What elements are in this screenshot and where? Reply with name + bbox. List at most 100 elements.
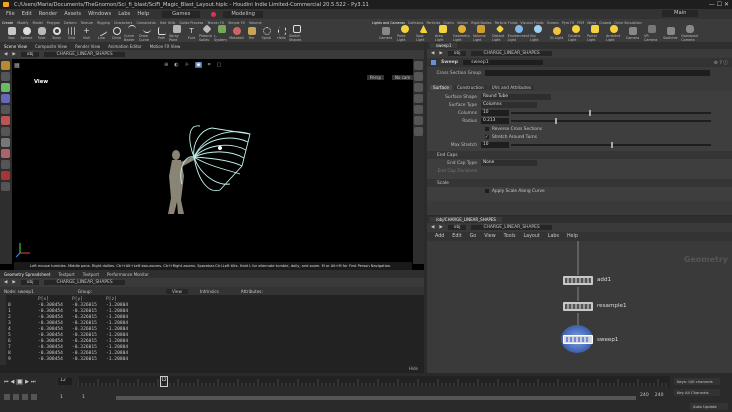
tab-scene-view[interactable]: Scene View xyxy=(4,44,27,49)
shelf-tool-ambient-light[interactable]: Ambient Light xyxy=(606,25,621,42)
shelf-tab[interactable]: Pyro FX xyxy=(562,21,574,25)
shelf-tab[interactable]: Rigid Bodies xyxy=(471,21,491,25)
lighting-icon[interactable]: ☼ xyxy=(185,62,189,68)
columns-field[interactable]: 10 xyxy=(481,110,509,116)
forward-icon[interactable]: ▶ xyxy=(439,51,442,56)
shelf-tab[interactable]: Volume xyxy=(249,21,262,25)
network-canvas[interactable]: Geometry add1 resample1 sweep1 xyxy=(427,241,732,373)
workspace-selector[interactable]: Modeling xyxy=(223,10,263,18)
ghost-icon[interactable]: ◐ xyxy=(174,62,178,68)
max-stretch-field[interactable]: 10 xyxy=(481,142,509,148)
shelf-tool-gamepad-camera[interactable]: Gamepad Camera xyxy=(681,25,698,42)
shelf-tab[interactable]: Terrain FX xyxy=(207,21,224,25)
network-menu-edit[interactable]: Edit xyxy=(452,234,461,239)
back-icon[interactable]: ◀ xyxy=(431,225,434,230)
network-menu-labs[interactable]: Labs xyxy=(548,234,559,239)
desktop-selector[interactable]: Games xyxy=(162,10,201,18)
shelf-tool-vr-camera[interactable]: VR Camera xyxy=(644,25,659,42)
end-caps-section[interactable]: End Caps xyxy=(427,151,732,159)
select-tool-icon[interactable] xyxy=(1,61,10,70)
shelf-tab[interactable]: Polygon xyxy=(47,21,60,25)
cross-section-group-field[interactable] xyxy=(485,70,710,76)
display-template-icon[interactable] xyxy=(414,127,423,136)
tab-textport[interactable]: Textport xyxy=(58,272,74,277)
reverse-cross-checkbox[interactable] xyxy=(485,127,489,131)
record-icon[interactable] xyxy=(1,171,10,180)
jump-start-icon[interactable]: ⏮ xyxy=(4,379,9,385)
menu-windows[interactable]: Windows xyxy=(88,11,111,17)
network-menu-go[interactable]: Go xyxy=(470,234,477,239)
shelf-tool-torus[interactable]: Torus xyxy=(49,27,64,40)
key-all-channels-button[interactable]: Key All Channels xyxy=(674,389,720,396)
hide-button[interactable]: Hide xyxy=(409,366,418,371)
shelf-tool-grid[interactable]: Grid xyxy=(64,27,79,40)
shelf-tool-path[interactable]: Path xyxy=(154,27,169,40)
jump-end-icon[interactable]: ⏭ xyxy=(31,379,36,385)
tab-construction[interactable]: Construction xyxy=(453,84,487,90)
radius-slider[interactable] xyxy=(511,118,711,124)
shelf-tab[interactable]: Oceans xyxy=(547,21,559,25)
persp-menu[interactable]: Persp xyxy=(367,75,384,80)
table-row[interactable]: 9 -0.308454 -0.326015 -1.20804 xyxy=(8,357,424,363)
auto-update-button[interactable]: Auto Update xyxy=(690,403,728,410)
shelf-tool-camera-2[interactable]: Camera xyxy=(625,27,640,40)
shelf-tab[interactable]: Hair Utils xyxy=(160,21,176,25)
slider-handle[interactable] xyxy=(555,118,557,124)
snap-icon[interactable] xyxy=(1,149,10,158)
max-stretch-slider[interactable] xyxy=(511,142,711,148)
shelf-tool-circle[interactable]: Circle xyxy=(109,27,124,40)
camera-select-menu[interactable]: No cam xyxy=(392,75,414,80)
brush-tool-icon[interactable] xyxy=(1,127,10,136)
shelf-tab[interactable]: Constraints xyxy=(136,21,155,25)
tab-textport-2[interactable]: Textport xyxy=(83,272,99,277)
apply-scale-checkbox[interactable] xyxy=(485,189,489,193)
gear-icon[interactable]: ⚙ ? ⓘ xyxy=(714,60,728,66)
shelf-tab[interactable]: Vellum xyxy=(457,21,468,25)
audio-icon[interactable] xyxy=(22,394,28,400)
path-node[interactable]: CHARGE_LINEAR_SHAPES xyxy=(44,280,125,285)
loop-icon[interactable] xyxy=(13,394,19,400)
shelf-tool-geometry-light[interactable]: Geometry Light xyxy=(453,25,470,42)
path-obj[interactable]: obj xyxy=(447,51,467,56)
pose-tool-icon[interactable] xyxy=(1,116,10,125)
forward-icon[interactable]: ▶ xyxy=(12,52,15,57)
lock-icon[interactable] xyxy=(1,182,10,191)
shelf-tab[interactable]: Drive Simulation xyxy=(614,21,641,25)
shelf-tab[interactable]: Particles xyxy=(426,21,440,25)
columns-slider[interactable] xyxy=(511,110,711,116)
display-uv-icon[interactable] xyxy=(414,94,423,103)
shelf-tool-portal-light[interactable]: Portal Light xyxy=(587,25,602,42)
start-frame-field[interactable]: 1 xyxy=(60,395,63,400)
scene-viewport[interactable]: ▦ View ⊕ ◐ ☼ ▣ ⌗ ▢ Persp No cam Left mou… xyxy=(0,59,424,270)
shelf-tool-spray-paint[interactable]: Spray Paint xyxy=(169,25,184,42)
shelf-tab[interactable]: Collisions xyxy=(408,21,424,25)
main-selector[interactable]: Main xyxy=(662,10,699,17)
back-icon[interactable]: ◀ xyxy=(4,52,7,57)
tab-animation-editor[interactable]: Animation Editor xyxy=(108,44,142,49)
shelf-tab[interactable]: Modify xyxy=(17,21,28,25)
node-sweep1[interactable] xyxy=(563,335,593,344)
shelf-tool-null[interactable]: + Null xyxy=(79,27,94,41)
tab-network[interactable]: /obj/CHARGE_LINEAR_SHAPES xyxy=(430,217,502,222)
end-cap-type-select[interactable]: None xyxy=(481,160,537,166)
range-icon[interactable] xyxy=(31,394,37,400)
forward-icon[interactable]: ▶ xyxy=(12,280,15,285)
shelf-tool-spot-light[interactable]: Spot Light xyxy=(416,25,431,42)
handle-dot[interactable] xyxy=(218,146,222,150)
shelf-tab[interactable]: Model xyxy=(33,21,43,25)
tab-motion-fx-view[interactable]: Motion FX View xyxy=(150,44,181,49)
current-frame-field[interactable]: 12 xyxy=(58,378,72,385)
slider-handle[interactable] xyxy=(589,110,591,116)
shelf-tool-sky-light[interactable]: Sky Light xyxy=(530,25,545,42)
scale-section[interactable]: Scale xyxy=(427,179,732,187)
back-icon[interactable]: ◀ xyxy=(431,51,434,56)
shelf-tool-area-light[interactable]: Area Light xyxy=(435,25,450,42)
tab-surface[interactable]: Surface xyxy=(430,84,452,90)
menu-edit[interactable]: Edit xyxy=(22,11,32,17)
shelf-tool-metaball[interactable]: Metaball xyxy=(229,27,244,40)
shelf-tool-gi-light[interactable]: GI Light xyxy=(549,27,564,40)
shelf-tool-platonic[interactable]: Platonic Solids xyxy=(199,24,214,42)
shelf-tool-spiral[interactable]: Spiral xyxy=(259,27,274,40)
wire-icon[interactable]: ⌗ xyxy=(208,62,211,68)
shelf-tool-camera[interactable]: Camera xyxy=(378,27,393,40)
